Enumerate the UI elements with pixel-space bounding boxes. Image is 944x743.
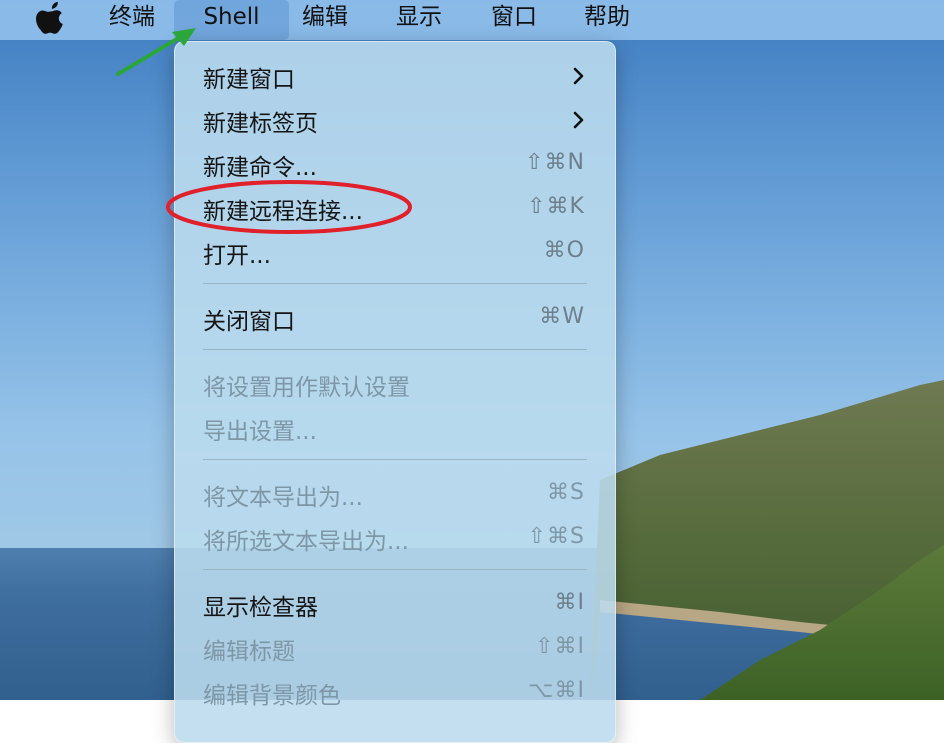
menu-item-edit-title[interactable]: 编辑标题 ⇧⌘I bbox=[175, 628, 615, 668]
menu-item-shortcut: ⇧⌘S bbox=[527, 524, 585, 549]
menu-item-edit-background-color[interactable]: 编辑背景颜色 ⌥⌘I bbox=[175, 672, 615, 712]
menu-item-label: 编辑背景颜色 bbox=[203, 683, 341, 709]
menu-item-label: 打开... bbox=[203, 243, 271, 269]
menu-separator bbox=[203, 283, 587, 284]
menu-item-label: 将所选文本导出为... bbox=[203, 529, 409, 555]
menu-item-use-settings-as-default[interactable]: 将设置用作默认设置 bbox=[175, 364, 615, 404]
menu-item-show-inspector[interactable]: 显示检查器 ⌘I bbox=[175, 584, 615, 624]
menu-separator bbox=[203, 349, 587, 350]
menu-item-shortcut: ⌘S bbox=[547, 480, 585, 505]
menu-item-export-settings[interactable]: 导出设置... bbox=[175, 408, 615, 448]
shell-dropdown-menu: 新建窗口 新建标签页 新建命令... ⇧⌘N 新建远程连接... ⇧⌘K 打开.… bbox=[174, 41, 616, 743]
menu-item-shortcut: ⇧⌘N bbox=[525, 150, 585, 175]
menu-item-label: 新建远程连接... bbox=[203, 199, 363, 225]
menu-item-new-window[interactable]: 新建窗口 bbox=[175, 56, 615, 96]
menu-item-label: 将文本导出为... bbox=[203, 485, 363, 511]
menu-item-label: 新建窗口 bbox=[203, 67, 295, 93]
menu-view[interactable]: 显示 bbox=[396, 0, 442, 40]
menu-item-label: 将设置用作默认设置 bbox=[203, 375, 410, 401]
menu-item-shortcut: ⇧⌘K bbox=[527, 194, 585, 219]
menu-separator bbox=[203, 569, 587, 570]
menu-help[interactable]: 帮助 bbox=[584, 0, 630, 40]
apple-icon[interactable] bbox=[36, 2, 66, 36]
menu-edit[interactable]: 编辑 bbox=[302, 0, 348, 40]
menu-item-label: 编辑标题 bbox=[203, 639, 295, 665]
menu-item-label: 新建标签页 bbox=[203, 111, 318, 137]
menu-item-new-command[interactable]: 新建命令... ⇧⌘N bbox=[175, 144, 615, 184]
menu-item-new-tab[interactable]: 新建标签页 bbox=[175, 100, 615, 140]
menu-terminal[interactable]: 终端 bbox=[109, 0, 155, 40]
menu-item-label: 导出设置... bbox=[203, 419, 317, 445]
menu-item-open[interactable]: 打开... ⌘O bbox=[175, 232, 615, 272]
menu-item-close-window[interactable]: 关闭窗口 ⌘W bbox=[175, 298, 615, 338]
chevron-right-icon bbox=[573, 67, 584, 85]
menu-item-label: 新建命令... bbox=[203, 155, 317, 181]
menu-item-export-selected-text-as[interactable]: 将所选文本导出为... ⇧⌘S bbox=[175, 518, 615, 558]
chevron-right-icon bbox=[573, 111, 584, 129]
menu-shell[interactable]: Shell bbox=[174, 0, 289, 40]
menu-item-shortcut: ⌘I bbox=[554, 590, 585, 615]
menu-item-shortcut: ⇧⌘I bbox=[535, 634, 585, 659]
menu-item-label: 显示检查器 bbox=[203, 595, 318, 621]
menu-item-new-remote-connection[interactable]: 新建远程连接... ⇧⌘K bbox=[175, 188, 615, 228]
menu-bar: 终端 Shell 编辑 显示 窗口 帮助 bbox=[0, 0, 944, 40]
menu-item-shortcut: ⌥⌘I bbox=[528, 678, 585, 703]
menu-window[interactable]: 窗口 bbox=[491, 0, 537, 40]
menu-item-label: 关闭窗口 bbox=[203, 309, 295, 335]
menu-item-shortcut: ⌘W bbox=[539, 304, 585, 329]
menu-item-shortcut: ⌘O bbox=[543, 238, 585, 263]
menu-separator bbox=[203, 459, 587, 460]
menu-item-export-text-as[interactable]: 将文本导出为... ⌘S bbox=[175, 474, 615, 514]
